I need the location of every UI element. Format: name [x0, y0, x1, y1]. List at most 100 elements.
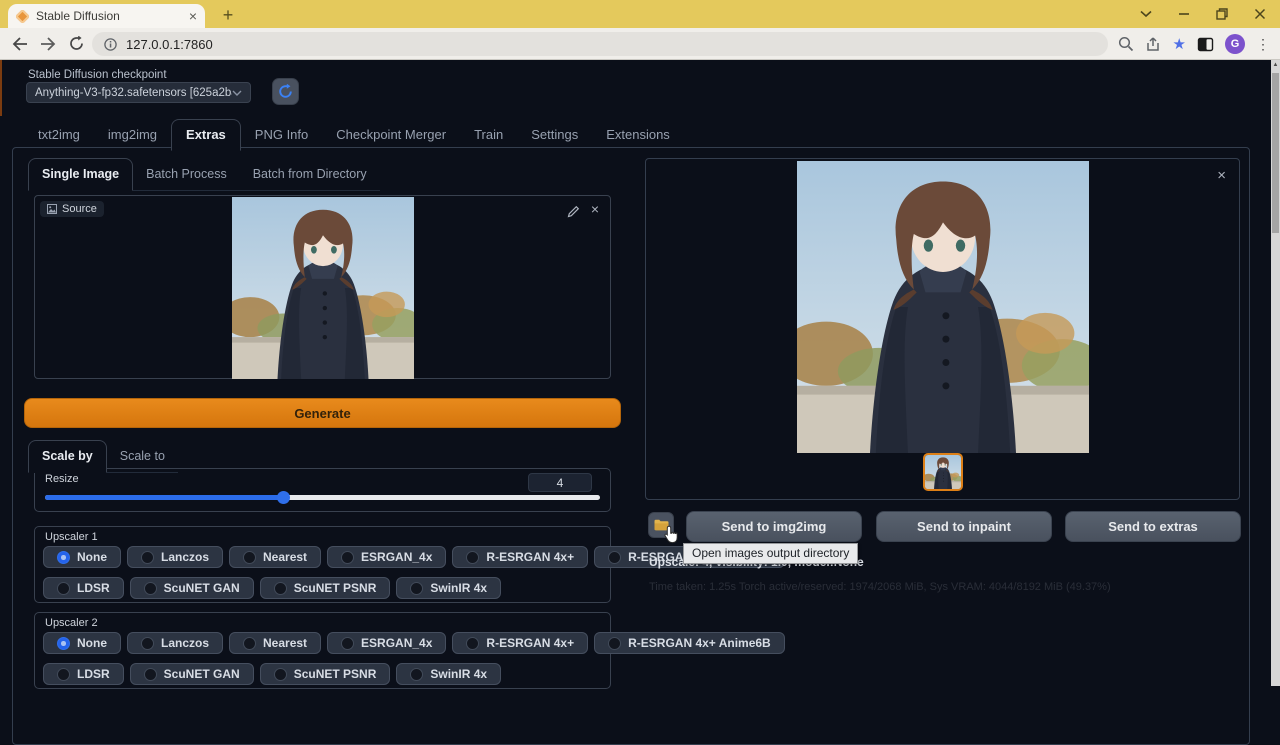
- site-info-icon[interactable]: [104, 38, 117, 51]
- source-chip-label: Source: [62, 203, 97, 215]
- upscaler-1-option-nearest[interactable]: Nearest: [229, 546, 321, 568]
- page-scrollbar[interactable]: ▲: [1271, 60, 1280, 686]
- tab-extras[interactable]: Extras: [171, 119, 241, 151]
- upscaler-1-option-ldsr[interactable]: LDSR: [43, 577, 124, 599]
- browser-titlebar: Stable Diffusion × +: [0, 0, 1280, 28]
- browser-toolbar: 127.0.0.1:7860 ★ G ⋮: [0, 28, 1280, 60]
- upscaler-2-option-ldsr[interactable]: LDSR: [43, 663, 124, 685]
- bookmark-star-icon[interactable]: ★: [1173, 37, 1186, 52]
- tab-img2img[interactable]: img2img: [94, 120, 171, 150]
- option-label: R-ESRGAN 4x+: [486, 550, 574, 564]
- radio-icon: [274, 582, 287, 595]
- gallery-thumbnail-selected[interactable]: [923, 453, 963, 491]
- scrollbar-thumb[interactable]: [1272, 73, 1279, 233]
- source-image-dropzone[interactable]: Source ×: [34, 195, 611, 379]
- restore-icon[interactable]: [1216, 8, 1228, 20]
- checkpoint-dropdown[interactable]: Anything-V3-fp32.safetensors [625a2ba2]: [26, 82, 251, 103]
- output-image[interactable]: [797, 161, 1089, 453]
- tab-single-image[interactable]: Single Image: [28, 158, 133, 191]
- forward-icon[interactable]: [34, 30, 62, 58]
- upscaler-2-option-nearest[interactable]: Nearest: [229, 632, 321, 654]
- url-bar[interactable]: 127.0.0.1:7860: [92, 32, 1108, 56]
- radio-icon: [243, 551, 256, 564]
- option-label: ScuNET PSNR: [294, 667, 377, 681]
- radio-icon: [466, 551, 479, 564]
- reload-icon[interactable]: [62, 30, 90, 58]
- radio-icon: [144, 582, 157, 595]
- resize-slider[interactable]: [45, 495, 600, 500]
- refresh-checkpoint-button[interactable]: [272, 78, 299, 105]
- chevron-down-icon: [232, 90, 242, 96]
- option-label: ScuNET GAN: [164, 667, 240, 681]
- scrollbar-up-arrow[interactable]: ▲: [1271, 62, 1280, 68]
- upscaler-2-option-r-esrgan-4x[interactable]: R-ESRGAN 4x+: [452, 632, 588, 654]
- tab-extensions[interactable]: Extensions: [592, 120, 684, 150]
- profile-avatar[interactable]: G: [1225, 34, 1245, 54]
- radio-selected-icon: [57, 551, 70, 564]
- new-tab-button[interactable]: +: [217, 5, 239, 26]
- send-to-inpaint-button[interactable]: Send to inpaint: [876, 511, 1052, 542]
- toolbar-right: ★ G ⋮: [1118, 28, 1270, 60]
- upscaler-1-option-r-esrgan-4x[interactable]: R-ESRGAN 4x+: [452, 546, 588, 568]
- share-icon[interactable]: [1145, 37, 1162, 52]
- option-label: R-ESRGAN 4x+ Anime6B: [628, 636, 771, 650]
- upscaler-2-row-1: NoneLanczosNearestESRGAN_4xR-ESRGAN 4x+R…: [43, 632, 606, 654]
- gallery-close-icon[interactable]: ×: [1217, 167, 1226, 184]
- url-text: 127.0.0.1:7860: [126, 37, 213, 52]
- checkpoint-value: Anything-V3-fp32.safetensors [625a2ba2]: [35, 87, 232, 99]
- tab-checkpoint-merger[interactable]: Checkpoint Merger: [322, 120, 460, 150]
- tab-train[interactable]: Train: [460, 120, 517, 150]
- upscaler-1-label: Upscaler 1: [45, 531, 98, 543]
- back-icon[interactable]: [6, 30, 34, 58]
- upscaler-2-option-scunet-gan[interactable]: ScuNET GAN: [130, 663, 254, 685]
- upscaler-1-option-none[interactable]: None: [43, 546, 121, 568]
- radio-icon: [57, 668, 70, 681]
- upscaler-2-option-swinir-4x[interactable]: SwinIR 4x: [396, 663, 501, 685]
- window-controls: [1140, 0, 1274, 28]
- upscaler-2-option-r-esrgan-4x-anime6b[interactable]: R-ESRGAN 4x+ Anime6B: [594, 632, 785, 654]
- slider-fill: [45, 495, 284, 500]
- main-tab-bar: txt2imgimg2imgExtrasPNG InfoCheckpoint M…: [24, 119, 684, 150]
- tab-batch-process[interactable]: Batch Process: [133, 159, 240, 190]
- zoom-search-icon[interactable]: [1118, 36, 1134, 52]
- upscaler-2-option-lanczos[interactable]: Lanczos: [127, 632, 223, 654]
- close-window-icon[interactable]: [1254, 8, 1266, 20]
- upscaler-2-option-esrgan-4x[interactable]: ESRGAN_4x: [327, 632, 446, 654]
- minimize-icon[interactable]: [1178, 8, 1190, 20]
- radio-selected-icon: [57, 637, 70, 650]
- tab-txt2img[interactable]: txt2img: [24, 120, 94, 150]
- resize-number-input[interactable]: 4: [528, 473, 592, 492]
- upscaler-2-option-none[interactable]: None: [43, 632, 121, 654]
- clear-source-icon[interactable]: ×: [591, 201, 599, 217]
- resize-label: Resize: [45, 473, 79, 485]
- option-label: R-ESRGAN 4x+: [486, 636, 574, 650]
- upscaler-1-option-swinir-4x[interactable]: SwinIR 4x: [396, 577, 501, 599]
- option-label: LDSR: [77, 667, 110, 681]
- radio-icon: [243, 637, 256, 650]
- upscaler-1-option-scunet-gan[interactable]: ScuNET GAN: [130, 577, 254, 599]
- tab-settings[interactable]: Settings: [517, 120, 592, 150]
- tab-scale-by[interactable]: Scale by: [28, 440, 107, 473]
- side-panel-icon[interactable]: [1197, 37, 1214, 52]
- send-to-extras-button[interactable]: Send to extras: [1065, 511, 1241, 542]
- upscaler-1-option-scunet-psnr[interactable]: ScuNET PSNR: [260, 577, 391, 599]
- option-label: None: [77, 636, 107, 650]
- tab-close-icon[interactable]: ×: [189, 9, 197, 23]
- tab-batch-from-directory[interactable]: Batch from Directory: [240, 159, 380, 190]
- browser-tab[interactable]: Stable Diffusion ×: [8, 4, 205, 28]
- upscaler-1-option-lanczos[interactable]: Lanczos: [127, 546, 223, 568]
- upscaler-1-option-esrgan-4x[interactable]: ESRGAN_4x: [327, 546, 446, 568]
- tab-search-chevron-icon[interactable]: [1140, 10, 1152, 18]
- tab-scale-to[interactable]: Scale to: [107, 441, 178, 472]
- browser-menu-icon[interactable]: ⋮: [1256, 36, 1270, 53]
- edit-pencil-icon[interactable]: [567, 205, 580, 218]
- cursor-pointer-hand: [663, 525, 680, 544]
- radio-icon: [341, 637, 354, 650]
- checkpoint-label: Stable Diffusion checkpoint: [28, 69, 167, 81]
- send-to-img2img-button[interactable]: Send to img2img: [686, 511, 862, 542]
- slider-thumb[interactable]: [277, 491, 290, 504]
- generate-button[interactable]: Generate: [24, 398, 621, 428]
- tab-png-info[interactable]: PNG Info: [241, 120, 322, 150]
- upscaler-2-option-scunet-psnr[interactable]: ScuNET PSNR: [260, 663, 391, 685]
- radio-icon: [410, 668, 423, 681]
